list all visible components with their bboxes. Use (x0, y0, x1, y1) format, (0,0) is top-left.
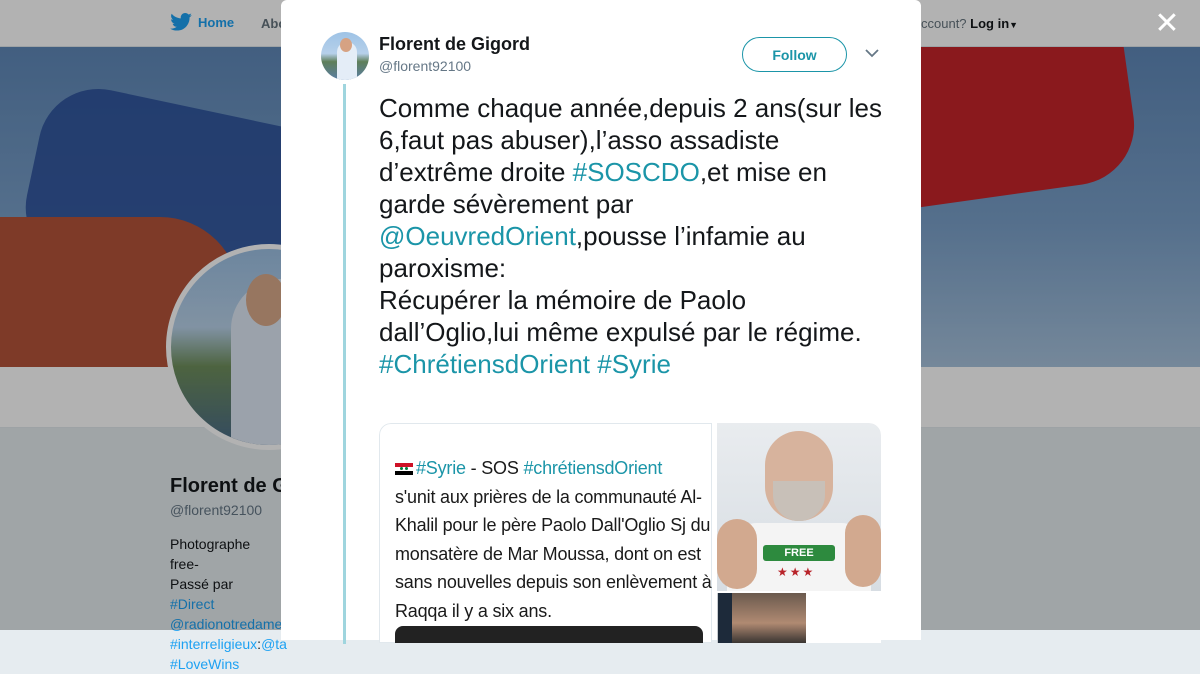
author-handle[interactable]: @florent92100 (379, 58, 471, 74)
mention-link[interactable]: @OeuvredOrient (379, 221, 576, 251)
image-caption-text: #Syrie - SOS #chrétiensdOrient s'unit aux… (395, 458, 712, 621)
tweet-text: Comme chaque année,depuis 2 ans(sur les … (379, 93, 890, 379)
hashtag-link[interactable]: #Syrie (597, 349, 671, 379)
author-name[interactable]: Florent de Gigord (379, 34, 530, 55)
shirt-stars: ★★★ (777, 565, 816, 579)
image-dark-strip (395, 626, 703, 643)
hashtag-link[interactable]: #SOSCDO (573, 157, 700, 187)
tweet-media: #Syrie - SOS #chrétiensdOrient s'unit aux… (379, 423, 881, 643)
thread-line (343, 84, 346, 644)
close-icon[interactable]: ✕ (1154, 9, 1180, 39)
bio-hashtag-link[interactable]: #LoveWins (170, 654, 280, 674)
tweet-modal: Florent de Gigord @florent92100 Follow C… (281, 0, 921, 644)
hashtag-link[interactable]: #ChrétiensdOrient (379, 349, 590, 379)
media-image-text-card[interactable]: #Syrie - SOS #chrétiensdOrient s'unit aux… (379, 423, 712, 643)
bio-hashtag-link[interactable]: #interreligieux (170, 636, 257, 652)
bio-line: #interreligieux:@ta (170, 636, 287, 652)
syria-flag-icon (395, 463, 413, 476)
chevron-down-icon[interactable] (863, 44, 881, 62)
follow-button[interactable]: Follow (742, 37, 847, 72)
media-photo-small[interactable] (717, 593, 881, 643)
shirt-text: FREE (763, 545, 835, 561)
media-photo-priest[interactable]: FREE ★★★ (717, 423, 881, 591)
author-avatar[interactable] (321, 32, 369, 80)
